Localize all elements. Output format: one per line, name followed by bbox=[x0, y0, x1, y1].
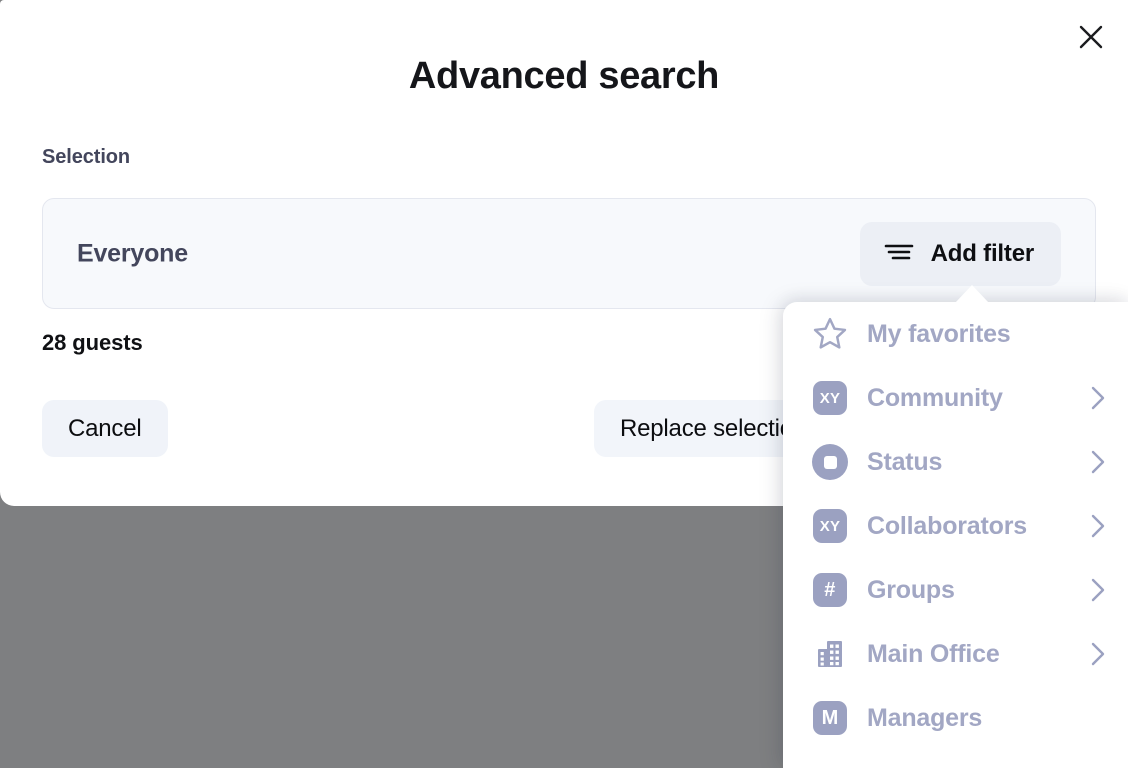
add-filter-label: Add filter bbox=[930, 239, 1035, 267]
dropdown-item[interactable]: My favorites bbox=[783, 302, 1128, 366]
dropdown-item-label: Collaborators bbox=[867, 511, 1027, 540]
add-filter-dropdown: My favorites XY Community Status XY Collabora… bbox=[783, 302, 1128, 768]
star-outline-icon bbox=[811, 315, 849, 353]
dropdown-item-label: My favorites bbox=[867, 319, 1011, 348]
xy-badge-icon: XY bbox=[811, 507, 849, 545]
dropdown-item-label: Managers bbox=[867, 703, 983, 732]
m-badge-icon: M bbox=[811, 699, 849, 737]
dropdown-item[interactable]: Status bbox=[783, 430, 1128, 494]
dropdown-item-label: Main Office bbox=[867, 639, 1000, 668]
selection-value: Everyone bbox=[77, 239, 188, 267]
chevron-right-icon bbox=[1090, 641, 1106, 667]
chevron-right-icon bbox=[1090, 577, 1106, 603]
dropdown-item[interactable]: XY Collaborators bbox=[783, 494, 1128, 558]
dropdown-item-label: Community bbox=[867, 383, 1003, 412]
selection-section-label: Selection bbox=[42, 146, 131, 168]
badge-text: XY bbox=[813, 381, 847, 415]
close-icon bbox=[1078, 24, 1104, 50]
badge-text: XY bbox=[813, 509, 847, 543]
xy-badge-icon: XY bbox=[811, 379, 849, 417]
hash-badge-icon: # bbox=[811, 571, 849, 609]
badge-text: # bbox=[813, 573, 847, 607]
cancel-button[interactable]: Cancel bbox=[42, 400, 168, 457]
filter-icon bbox=[884, 243, 914, 264]
dropdown-pointer bbox=[955, 285, 989, 303]
chevron-right-icon bbox=[1090, 385, 1106, 411]
dropdown-item[interactable]: Main Office bbox=[783, 622, 1128, 686]
dropdown-item[interactable]: XY Community bbox=[783, 366, 1128, 430]
guests-count: 28 guests bbox=[42, 330, 143, 355]
chevron-right-icon bbox=[1090, 513, 1106, 539]
status-circle-icon bbox=[811, 443, 849, 481]
page-title: Advanced search bbox=[408, 55, 720, 97]
dropdown-item-label: Status bbox=[867, 447, 943, 476]
screen: Advanced search Selection Everyone Add f… bbox=[0, 0, 1128, 768]
chevron-right-icon bbox=[1090, 449, 1106, 475]
dropdown-item[interactable]: M Managers bbox=[783, 686, 1128, 750]
dropdown-item[interactable]: # Groups bbox=[783, 558, 1128, 622]
add-filter-button[interactable]: Add filter bbox=[859, 221, 1061, 286]
building-icon bbox=[811, 635, 849, 673]
dropdown-item-label: Groups bbox=[867, 575, 955, 604]
badge-text: M bbox=[813, 701, 847, 735]
selection-field[interactable]: Everyone Add filter bbox=[42, 198, 1096, 309]
